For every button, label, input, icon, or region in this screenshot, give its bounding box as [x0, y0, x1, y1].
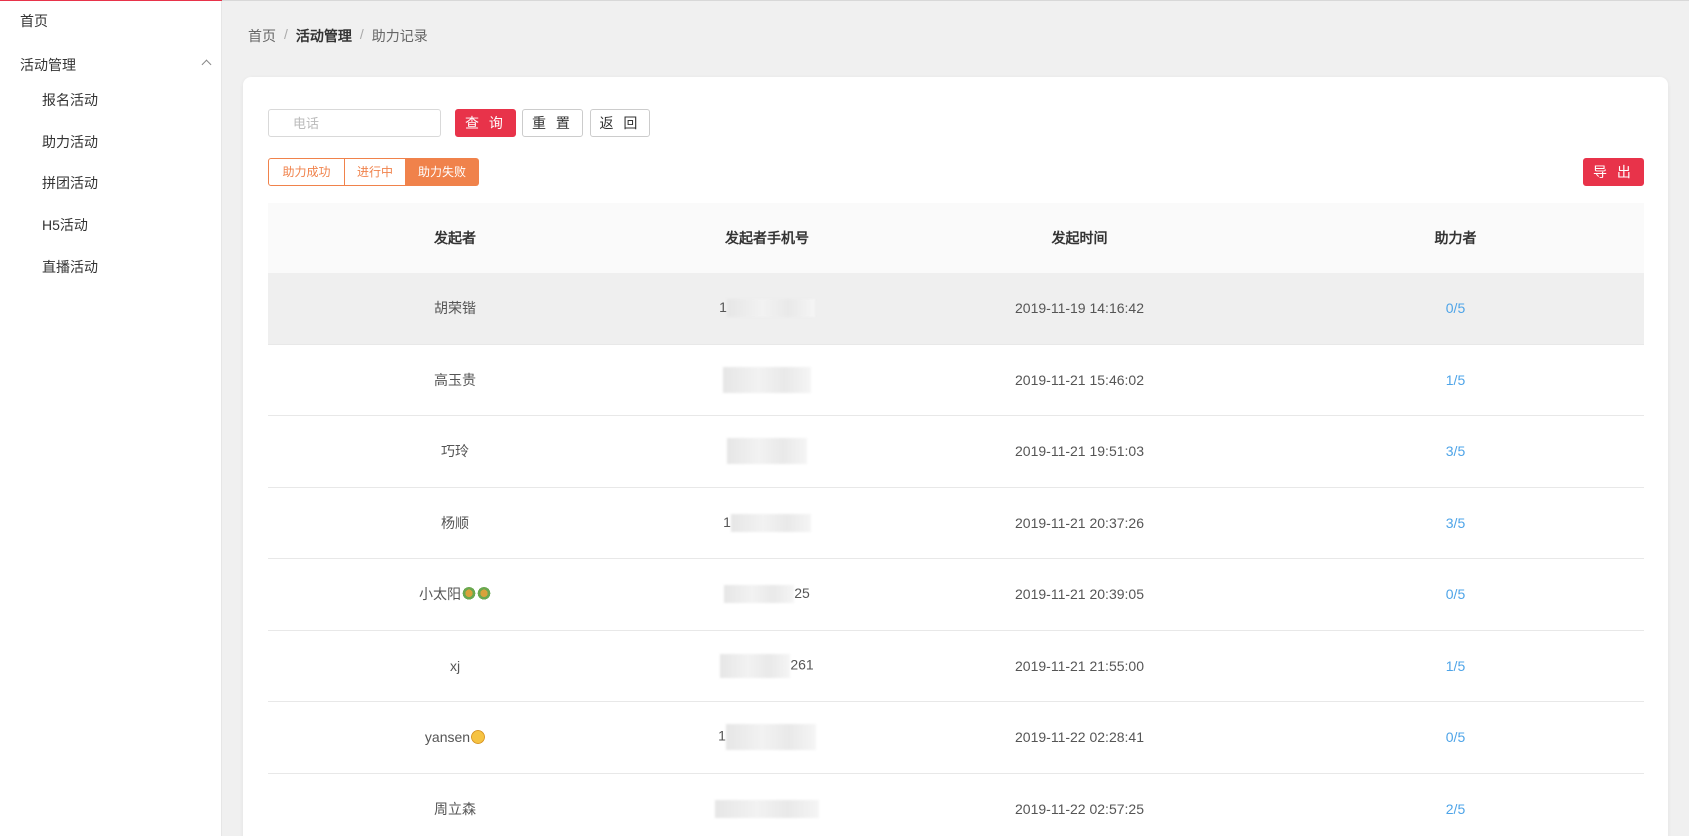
initiator-name: 小太阳 — [419, 586, 461, 603]
phone-visible: 25 — [794, 585, 810, 602]
breadcrumb: 首页 / 活动管理 / 助力记录 — [248, 26, 428, 46]
helpers-link[interactable]: 0/5 — [1446, 729, 1465, 745]
phone-redaction — [725, 724, 816, 751]
phone-redaction — [730, 513, 811, 532]
header-time: 发起时间 — [1051, 230, 1108, 246]
phone-visible: 1 — [723, 513, 731, 530]
flower-icon — [462, 587, 476, 602]
sidebar-item-home[interactable]: 首页 — [20, 11, 48, 31]
helpers-link[interactable]: 0/5 — [1446, 586, 1465, 602]
cell-time: 2019-11-19 14:16:42 — [1015, 300, 1144, 317]
table-row: 周立森 2019-11-22 02:57:25 2/5 — [268, 774, 1644, 836]
phone-redaction — [726, 299, 815, 318]
status-tabs: 助力成功 进行中 助力失败 — [268, 158, 480, 186]
header-initiator: 发起者 — [434, 230, 476, 246]
cell-time: 2019-11-22 02:57:25 — [1015, 800, 1144, 817]
helpers-link[interactable]: 1/5 — [1446, 372, 1465, 388]
breadcrumb-activity[interactable]: 活动管理 — [296, 26, 352, 46]
sidebar: 首页 活动管理 报名活动 助力活动 拼团活动 H5活动 直播活动 — [0, 1, 222, 836]
cell-helpers: 1/5 — [1267, 658, 1644, 674]
cell-phone: 1 — [642, 724, 892, 751]
phone-redaction — [723, 366, 811, 393]
table-row: 高玉贵 2019-11-21 15:46:02 1/5 — [268, 345, 1644, 416]
smile-icon — [471, 730, 486, 745]
cell-helpers: 1/5 — [1267, 372, 1644, 388]
phone-redaction — [727, 438, 807, 465]
table-row: 巧玲 2019-11-21 19:51:03 3/5 — [268, 416, 1644, 488]
cell-helpers: 0/5 — [1267, 729, 1644, 745]
cell-initiator: 杨顺 — [441, 514, 469, 531]
query-button[interactable]: 查 询 — [455, 109, 516, 137]
table-header: 发起者 发起者手机号 发起时间 助力者 — [268, 203, 1644, 273]
cell-phone: 25 — [642, 585, 892, 604]
helpers-link[interactable]: 1/5 — [1446, 658, 1465, 674]
cell-phone — [642, 799, 892, 818]
phone-search-input[interactable] — [268, 109, 441, 137]
cell-time: 2019-11-22 02:28:41 — [1015, 729, 1144, 746]
breadcrumb-separator: / — [284, 26, 288, 42]
cell-initiator: 高玉贵 — [434, 371, 476, 388]
table-row: 杨顺 1 2019-11-21 20:37:26 3/5 — [268, 488, 1644, 559]
cell-helpers: 3/5 — [1267, 515, 1644, 531]
cell-time: 2019-11-21 21:55:00 — [1015, 657, 1144, 674]
tab-success[interactable]: 助力成功 — [268, 158, 345, 186]
table-row: 胡荣锴 1 2019-11-19 14:16:42 0/5 — [268, 273, 1644, 345]
table-row: yansen 1 2019-11-22 02:28:41 0/5 — [268, 702, 1644, 774]
top-border — [0, 0, 1689, 1]
cell-phone: 1 — [642, 514, 892, 532]
tab-in-progress[interactable]: 进行中 — [345, 158, 407, 186]
sidebar-group-label: 活动管理 — [20, 57, 76, 73]
breadcrumb-current: 助力记录 — [371, 28, 428, 44]
cell-initiator: 小太阳 — [268, 584, 642, 604]
cell-helpers: 0/5 — [1267, 586, 1644, 602]
sidebar-item-signup[interactable]: 报名活动 — [42, 90, 98, 110]
reset-button[interactable]: 重 置 — [522, 109, 583, 137]
chevron-up-icon — [201, 59, 212, 70]
table-row: xj 261 2019-11-21 21:55:00 1/5 — [268, 631, 1644, 702]
cell-initiator: 巧玲 — [441, 443, 469, 460]
cell-helpers: 0/5 — [1267, 300, 1644, 316]
cell-time: 2019-11-21 20:37:26 — [1015, 514, 1144, 531]
phone-redaction — [715, 799, 819, 818]
cell-helpers: 3/5 — [1267, 443, 1644, 459]
records-table: 发起者 发起者手机号 发起时间 助力者 胡荣锴 1 2019-11-19 14:… — [268, 203, 1644, 836]
initiator-name: yansen — [424, 729, 471, 746]
phone-visible: 1 — [719, 299, 727, 316]
breadcrumb-home[interactable]: 首页 — [248, 26, 276, 46]
cell-initiator: 周立森 — [434, 800, 476, 817]
cell-time: 2019-11-21 20:39:05 — [1015, 586, 1144, 603]
phone-redaction — [724, 585, 795, 604]
table-row: 小太阳 25 2019-11-21 20:39:05 0/5 — [268, 559, 1644, 631]
helpers-link[interactable]: 2/5 — [1446, 801, 1465, 817]
phone-redaction — [720, 653, 791, 678]
sidebar-item-group-buy[interactable]: 拼团活动 — [42, 173, 98, 193]
cell-time: 2019-11-21 19:51:03 — [1015, 443, 1144, 460]
phone-visible: 1 — [718, 727, 726, 744]
flower-icon — [477, 587, 491, 602]
cell-phone: 1 — [642, 299, 892, 318]
helpers-link[interactable]: 0/5 — [1446, 300, 1465, 316]
sidebar-group-activity[interactable]: 活动管理 — [20, 55, 212, 75]
header-helpers: 助力者 — [1434, 230, 1477, 246]
cell-phone — [642, 438, 892, 465]
sidebar-item-assist[interactable]: 助力活动 — [42, 132, 98, 152]
cell-initiator: xj — [449, 657, 461, 674]
cell-time: 2019-11-21 15:46:02 — [1015, 371, 1144, 388]
sidebar-item-live[interactable]: 直播活动 — [42, 257, 98, 277]
helpers-link[interactable]: 3/5 — [1446, 515, 1465, 531]
helpers-link[interactable]: 3/5 — [1446, 443, 1465, 459]
breadcrumb-separator: / — [359, 26, 364, 42]
cell-initiator: yansen — [268, 729, 642, 745]
cell-initiator: 胡荣锴 — [434, 300, 476, 317]
back-button[interactable]: 返 回 — [590, 109, 650, 137]
phone-visible: 261 — [790, 656, 814, 673]
cell-phone: 261 — [642, 653, 892, 678]
tab-failed[interactable]: 助力失败 — [406, 158, 480, 186]
cell-helpers: 2/5 — [1267, 801, 1644, 817]
header-phone: 发起者手机号 — [725, 230, 809, 246]
sidebar-item-h5[interactable]: H5活动 — [42, 215, 88, 235]
cell-phone — [642, 366, 892, 393]
export-button[interactable]: 导 出 — [1583, 158, 1644, 186]
